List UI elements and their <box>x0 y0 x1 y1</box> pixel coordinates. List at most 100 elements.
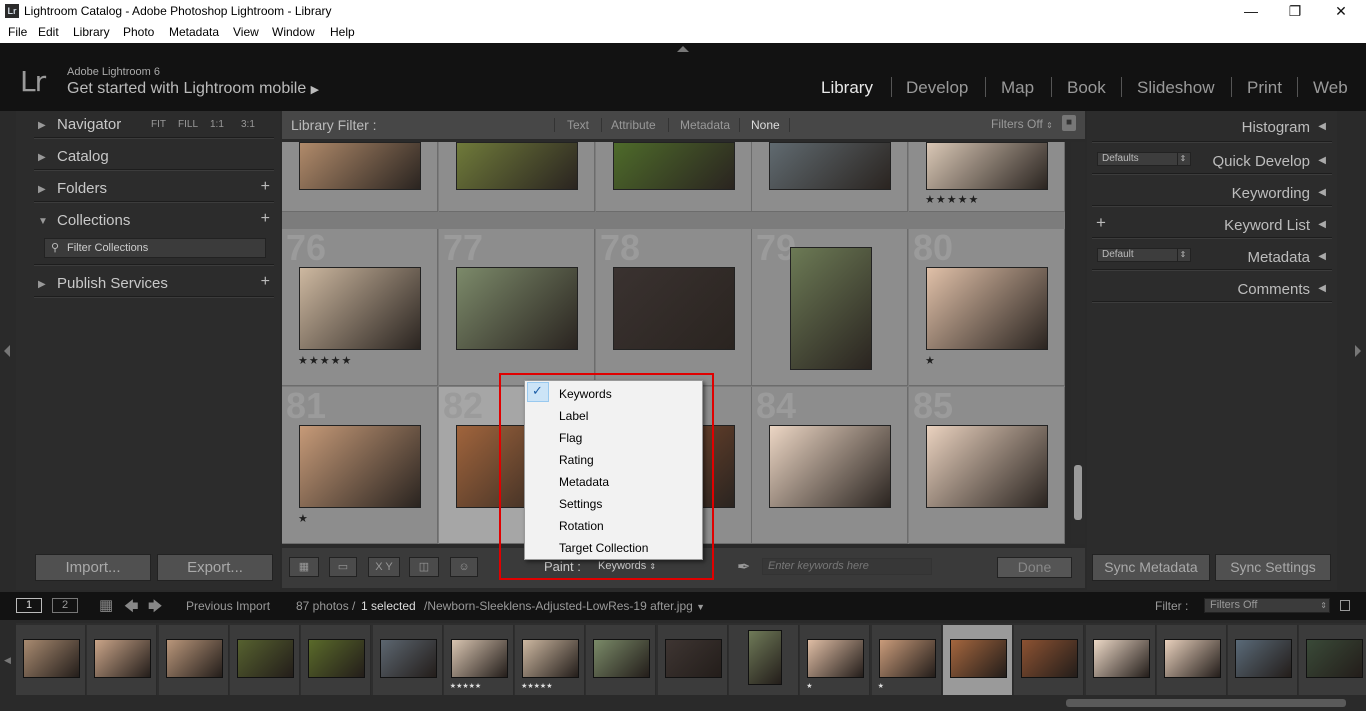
add-publish-service-icon[interactable]: + <box>261 273 270 291</box>
grid-cell[interactable] <box>752 142 908 212</box>
grid-cell[interactable]: 79 <box>752 227 908 386</box>
filter-collections-field[interactable]: ⚲ Filter Collections <box>44 238 266 258</box>
filmstrip-thumbnail[interactable] <box>1092 639 1150 678</box>
module-map[interactable]: Map <box>1001 78 1034 98</box>
filmstrip-cell[interactable] <box>229 625 300 695</box>
photo-thumbnail[interactable] <box>299 425 421 508</box>
star-rating[interactable]: ★★★★★ <box>925 193 979 206</box>
grid-cell[interactable]: 76 ★★★★★ <box>282 227 438 386</box>
minimize-button[interactable]: — <box>1228 0 1274 23</box>
photo-thumbnail[interactable] <box>790 247 872 370</box>
zoom-fit[interactable]: FIT <box>151 119 166 130</box>
filmstrip-thumbnail[interactable] <box>1021 639 1079 678</box>
grid-cell[interactable]: 81 ★ <box>282 385 438 544</box>
lock-icon[interactable]: ■ <box>1062 115 1076 131</box>
comments-header[interactable]: Comments ◀ <box>1092 274 1332 304</box>
filmstrip-cell[interactable] <box>1014 625 1085 695</box>
photo-thumbnail[interactable] <box>613 267 735 350</box>
grid-cell[interactable] <box>439 142 595 212</box>
filmstrip-cell[interactable] <box>942 625 1013 695</box>
photo-thumbnail[interactable] <box>613 142 735 190</box>
filter-lock-icon[interactable] <box>1340 600 1350 611</box>
filmstrip-thumbnail[interactable] <box>807 639 865 678</box>
menu-file[interactable]: File <box>8 25 27 39</box>
keyword-input[interactable]: Enter keywords here <box>762 558 932 575</box>
source-label[interactable]: Previous Import <box>186 599 270 613</box>
keywording-header[interactable]: Keywording ◀ <box>1092 178 1332 208</box>
photo-thumbnail[interactable] <box>456 267 578 350</box>
sync-settings-button[interactable]: Sync Settings <box>1215 554 1331 581</box>
close-button[interactable]: ✕ <box>1318 0 1364 23</box>
add-collection-icon[interactable]: + <box>261 210 270 228</box>
filmstrip-thumbnail[interactable] <box>664 639 722 678</box>
sync-metadata-button[interactable]: Sync Metadata <box>1092 554 1210 581</box>
filmstrip-cell[interactable] <box>586 625 657 695</box>
menu-library[interactable]: Library <box>73 25 110 39</box>
module-develop[interactable]: Develop <box>906 78 968 98</box>
survey-view-icon[interactable]: ◫ <box>409 557 439 577</box>
histogram-header[interactable]: Histogram ◀ <box>1092 112 1332 142</box>
filmstrip-scrollbar[interactable] <box>1066 699 1346 707</box>
star-rating[interactable]: ★ <box>298 512 309 525</box>
photo-thumbnail[interactable] <box>926 142 1048 190</box>
back-arrow-icon[interactable]: 🡄 <box>124 596 138 620</box>
photo-thumbnail[interactable] <box>769 142 891 190</box>
collapse-top-icon[interactable] <box>677 46 689 52</box>
filter-none[interactable]: None <box>751 118 780 132</box>
add-keyword-icon[interactable]: + <box>1096 213 1106 233</box>
star-rating[interactable]: ★ <box>925 354 936 367</box>
filmstrip-cell[interactable] <box>657 625 728 695</box>
filmstrip-cell[interactable] <box>87 625 158 695</box>
filters-off-dropdown[interactable]: Filters Off ⇕ <box>991 117 1053 131</box>
filmstrip-thumbnail[interactable] <box>1306 639 1364 678</box>
collapse-right-icon[interactable] <box>1355 345 1361 357</box>
module-web[interactable]: Web <box>1313 78 1348 98</box>
filmstrip-cell[interactable] <box>1228 625 1299 695</box>
filmstrip-cell[interactable] <box>729 625 799 695</box>
filter-attribute[interactable]: Attribute <box>611 118 656 132</box>
filmstrip-cell[interactable] <box>1085 625 1156 695</box>
zoom-1-1[interactable]: 1:1 <box>210 119 224 130</box>
import-button[interactable]: Import... <box>35 554 151 581</box>
compare-view-button[interactable]: X Y <box>368 557 400 577</box>
filter-text[interactable]: Text <box>567 118 589 132</box>
zoom-3-1[interactable]: 3:1 <box>241 119 255 130</box>
filmstrip-thumbnail[interactable] <box>94 639 152 678</box>
filmstrip-thumbnail[interactable] <box>593 639 651 678</box>
filmstrip-thumbnail[interactable] <box>522 639 580 678</box>
loupe-view-icon[interactable]: ▭ <box>329 557 357 577</box>
filmstrip-thumbnail[interactable] <box>1163 639 1221 678</box>
photo-thumbnail[interactable] <box>299 267 421 350</box>
filmstrip-thumbnail[interactable] <box>878 639 936 678</box>
menu-photo[interactable]: Photo <box>123 25 154 39</box>
grid-view-icon[interactable]: ▦ <box>99 596 113 614</box>
collapse-left-icon[interactable] <box>4 345 10 357</box>
forward-arrow-icon[interactable]: 🡆 <box>148 596 162 620</box>
zoom-fill[interactable]: FILL <box>178 119 198 130</box>
filmstrip-cell[interactable] <box>158 625 229 695</box>
display-1-button[interactable]: 1 <box>16 598 42 613</box>
grid-cell[interactable]: 80 ★ <box>909 227 1065 386</box>
display-2-button[interactable]: 2 <box>52 598 78 613</box>
collections-header[interactable]: ▼ Collections + <box>16 207 276 237</box>
grid-cell[interactable] <box>596 142 752 212</box>
grid-view-icon[interactable]: ▦ <box>289 557 319 577</box>
filmstrip-cell[interactable]: ★ <box>871 625 942 695</box>
people-view-icon[interactable]: ☺ <box>450 557 478 577</box>
grid-scroll-thumb[interactable] <box>1074 465 1082 520</box>
module-book[interactable]: Book <box>1067 78 1106 98</box>
filmstrip-left-icon[interactable]: ◀ <box>4 655 11 666</box>
quick-develop-header[interactable]: Quick Develop ◀ <box>1092 146 1332 176</box>
restore-button[interactable]: ❐ <box>1272 0 1318 23</box>
filmstrip-cell[interactable] <box>1156 625 1227 695</box>
filmstrip-cell[interactable]: ★★★★★ <box>443 625 514 695</box>
menu-window[interactable]: Window <box>272 25 315 39</box>
mobile-promo-link[interactable]: Get started with Lightroom mobile ▶ <box>67 80 319 98</box>
filmstrip-cell[interactable] <box>372 625 443 695</box>
module-slideshow[interactable]: Slideshow <box>1137 78 1215 98</box>
filter-metadata[interactable]: Metadata <box>680 118 730 132</box>
grid-cell[interactable] <box>282 142 438 212</box>
done-button[interactable]: Done <box>997 557 1072 578</box>
menu-help[interactable]: Help <box>330 25 355 39</box>
filmstrip-cell[interactable]: ★★★★★ <box>515 625 586 695</box>
